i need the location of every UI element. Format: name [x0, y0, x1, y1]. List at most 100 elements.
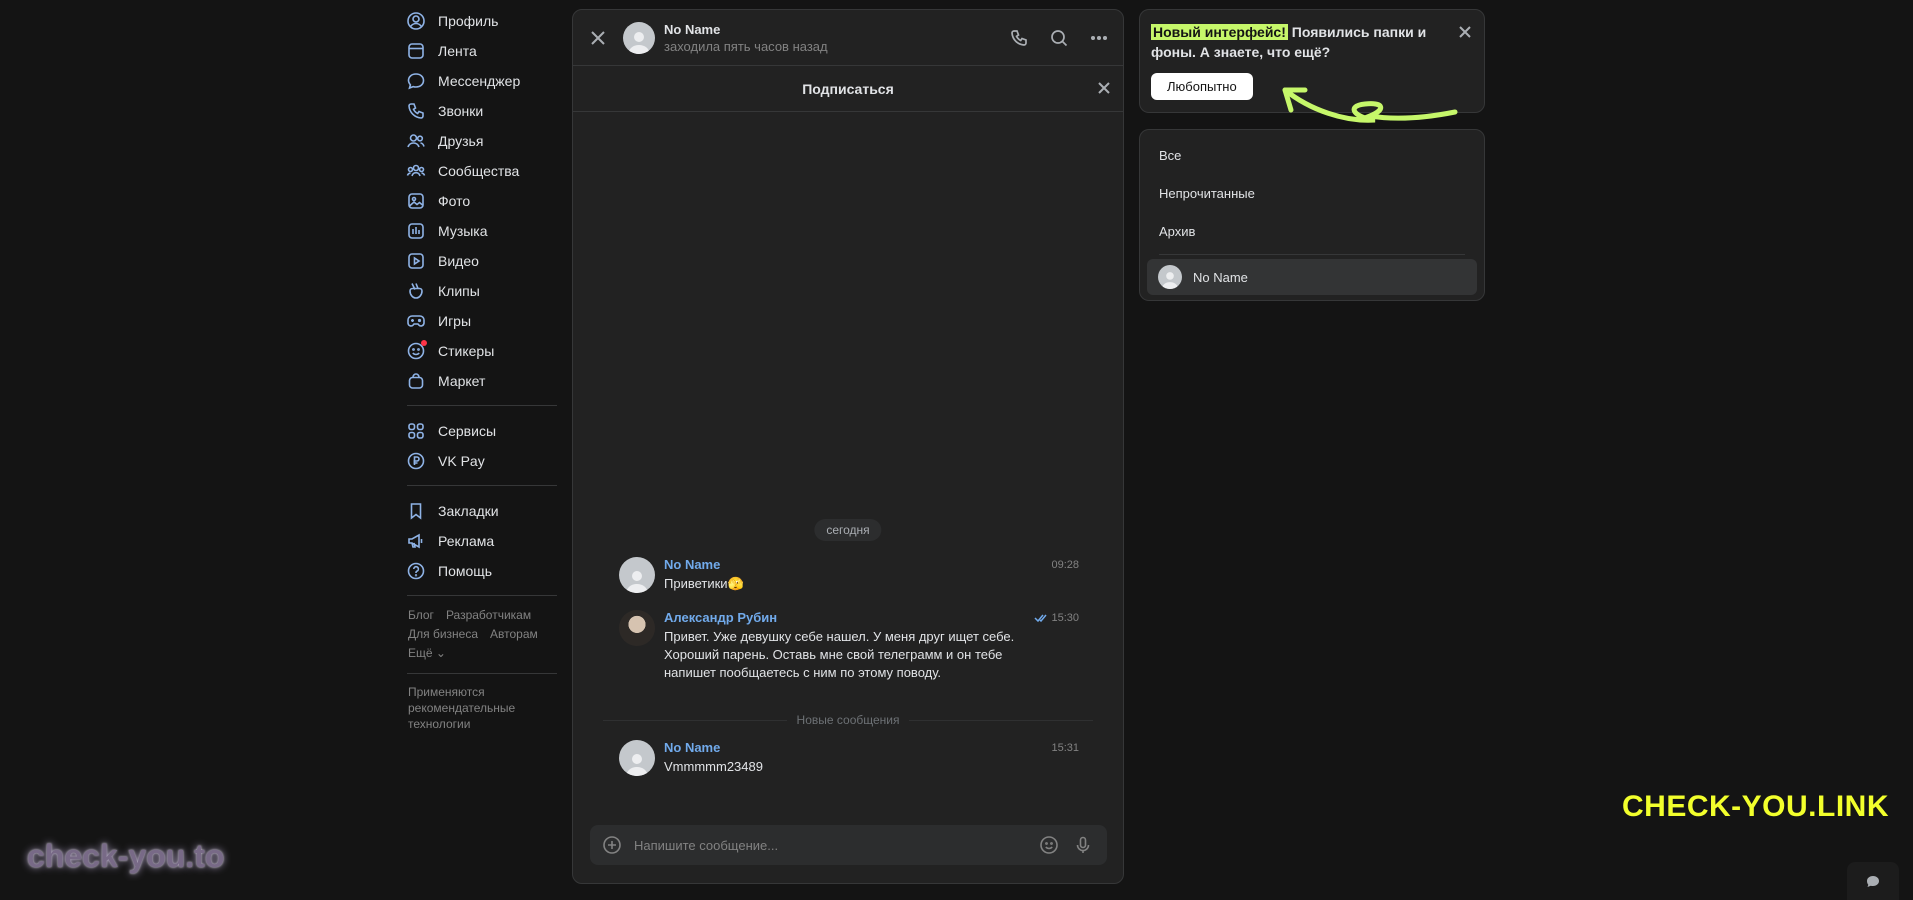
emoji-button[interactable]: [1039, 835, 1059, 855]
chat-header: No Name заходила пять часов назад: [573, 10, 1123, 66]
time-label: 15:31: [1051, 742, 1079, 754]
message-composer: [590, 825, 1107, 865]
nav-label: Фото: [438, 193, 471, 209]
message[interactable]: No Name Приветики🫣 09:28: [619, 557, 1079, 593]
search-icon: [1051, 30, 1068, 47]
nav-item-help[interactable]: Помощь: [399, 556, 564, 586]
message-text: Приветики🫣: [664, 576, 744, 591]
promo-highlight: Новый интерфейс!: [1151, 24, 1288, 40]
more-button[interactable]: [1089, 28, 1109, 53]
more-icon: [1090, 35, 1108, 41]
attach-button[interactable]: [602, 835, 622, 855]
nav-label: Закладки: [438, 503, 499, 519]
footer-link-more[interactable]: Ещё ⌄: [408, 646, 446, 660]
voice-button[interactable]: [1073, 835, 1093, 855]
nav-item-ads[interactable]: Реклама: [399, 526, 564, 556]
nav-tertiary-group: Закладки Реклама Помощь: [399, 496, 564, 586]
message-input[interactable]: [634, 837, 1039, 853]
nav-item-services[interactable]: Сервисы: [399, 416, 564, 446]
avatar[interactable]: [619, 740, 655, 776]
nav-item-feed[interactable]: Лента: [399, 36, 564, 66]
nav-item-messenger[interactable]: Мессенджер: [399, 66, 564, 96]
music-icon: [406, 221, 426, 241]
avatar[interactable]: [623, 21, 655, 54]
chat-header-info[interactable]: No Name заходила пять часов назад: [664, 22, 828, 54]
clips-icon: [406, 281, 426, 301]
call-button[interactable]: [1009, 28, 1029, 53]
nav-item-clips[interactable]: Клипы: [399, 276, 564, 306]
nav-divider: [407, 595, 557, 596]
message-time: 15:30: [1034, 612, 1079, 624]
footer-links: Блог Разработчикам Для бизнеса Авторам Ещё…: [408, 606, 564, 663]
nav-item-bookmarks[interactable]: Закладки: [399, 496, 564, 526]
chat-status: заходила пять часов назад: [664, 38, 828, 54]
new-messages-label: Новые сообщения: [796, 713, 900, 727]
close-promo-button[interactable]: [1458, 25, 1472, 44]
folder-archive[interactable]: Архив: [1140, 212, 1484, 250]
nav-item-stickers[interactable]: Стикеры: [399, 336, 564, 366]
default-avatar-icon: [626, 754, 648, 776]
chat-list-item[interactable]: No Name: [1147, 259, 1477, 295]
recommendation-notice[interactable]: Применяются рекомендательные технологии: [408, 684, 548, 732]
close-icon: [1459, 26, 1471, 38]
nav-item-games[interactable]: Игры: [399, 306, 564, 336]
shopping-bag-icon: [406, 371, 426, 391]
nav-label: Видео: [438, 253, 479, 269]
folders-divider: [1159, 254, 1465, 255]
message-author[interactable]: Александр Рубин: [664, 610, 1079, 625]
gamepad-icon: [406, 311, 426, 331]
nav-divider: [407, 673, 557, 674]
nav-item-calls[interactable]: Звонки: [399, 96, 564, 126]
message[interactable]: No Name Vmmmmm23489 15:31: [619, 740, 1079, 776]
user-circle-icon: [406, 11, 426, 31]
communities-icon: [406, 161, 426, 181]
nav-item-music[interactable]: Музыка: [399, 216, 564, 246]
footer-link-authors[interactable]: Авторам: [490, 627, 538, 641]
footer-link-blog[interactable]: Блог: [408, 608, 434, 622]
avatar[interactable]: [619, 557, 655, 593]
nav-label: Реклама: [438, 533, 495, 549]
bookmark-icon: [406, 501, 426, 521]
notification-dot: [421, 340, 427, 346]
nav-label: Сообщества: [438, 163, 520, 179]
ruble-icon: [406, 451, 426, 471]
folder-unread[interactable]: Непрочитанные: [1140, 174, 1484, 212]
footer-link-business[interactable]: Для бизнеса: [408, 627, 478, 641]
message-author[interactable]: No Name: [664, 557, 1079, 572]
nav-label: Звонки: [438, 103, 484, 119]
subscribe-button[interactable]: Подписаться: [802, 81, 894, 97]
watermark-left: check-you.to: [27, 838, 225, 874]
nav-item-vkpay[interactable]: VK Pay: [399, 446, 564, 476]
nav-item-market[interactable]: Маркет: [399, 366, 564, 396]
nav-item-video[interactable]: Видео: [399, 246, 564, 276]
chat-fab-button[interactable]: [1847, 862, 1899, 900]
nav-label: Мессенджер: [438, 73, 521, 89]
search-button[interactable]: [1049, 28, 1069, 53]
nav-item-friends[interactable]: Друзья: [399, 126, 564, 156]
nav-item-photo[interactable]: Фото: [399, 186, 564, 216]
arrow-doodle-icon: [1282, 87, 1458, 123]
close-chat-button[interactable]: [588, 28, 608, 48]
avatar[interactable]: [619, 610, 655, 646]
smile-icon: [1040, 836, 1058, 854]
message-body: No Name Приветики🫣: [664, 557, 1079, 593]
phone-icon: [1011, 30, 1027, 46]
nav-label: Сервисы: [438, 423, 497, 439]
message[interactable]: Александр Рубин Привет. Уже девушку себе…: [619, 610, 1079, 682]
chat-bubble-icon: [406, 71, 426, 91]
sticker-icon: [406, 340, 427, 361]
double-check-icon: [1034, 614, 1048, 623]
nav-label: Друзья: [438, 133, 484, 149]
nav-label: VK Pay: [438, 453, 485, 469]
message-author[interactable]: No Name: [664, 740, 1079, 755]
folder-all[interactable]: Все: [1140, 136, 1484, 174]
curious-button[interactable]: Любопытно: [1151, 73, 1253, 100]
nav-label: Лента: [438, 43, 477, 59]
message-text: Vmmmmm23489: [664, 759, 763, 774]
nav-item-profile[interactable]: Профиль: [399, 6, 564, 36]
nav-item-communities[interactable]: Сообщества: [399, 156, 564, 186]
grid-icon: [406, 421, 426, 441]
close-subscribe-button[interactable]: [1097, 81, 1111, 98]
left-nav: Профиль Лента Мессенджер Звонки Друзья С…: [399, 6, 564, 732]
footer-link-developers[interactable]: Разработчикам: [446, 608, 531, 622]
